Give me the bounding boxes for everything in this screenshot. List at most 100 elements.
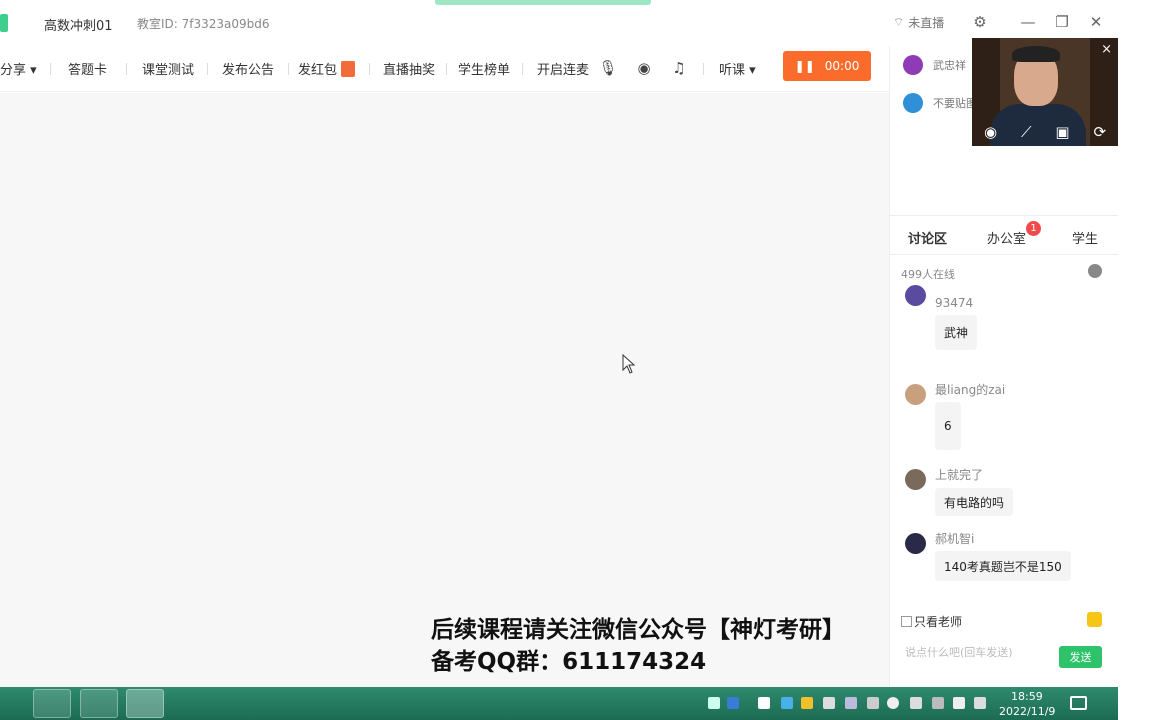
help-icon[interactable] (727, 697, 739, 709)
mouse-cursor-icon (622, 354, 636, 374)
red-packet-button[interactable]: 发红包 (298, 59, 356, 78)
tray-icon[interactable] (781, 697, 793, 709)
room-id: 教室ID: 7f3323a09bd6 (137, 17, 270, 31)
tab-office[interactable]: 办公室 (987, 228, 1026, 247)
leaderboard-button[interactable]: 学生榜单 (458, 59, 510, 78)
message-bubble: 6 (935, 402, 961, 450)
message-avatar (905, 285, 926, 306)
only-teacher-checkbox[interactable]: 只看老师 (901, 613, 962, 630)
video-close-icon[interactable]: × (1101, 42, 1112, 57)
toolbar-divider (126, 63, 127, 75)
tray-icon[interactable] (887, 697, 899, 709)
live-status: ⌔ 未直播 (893, 14, 944, 31)
member-name: 武忠祥 (933, 59, 966, 72)
speaker-icon[interactable] (823, 697, 835, 709)
video-controls: ◉ ⟋ ▣ ⟳ (972, 118, 1118, 146)
notification-icon[interactable] (1070, 696, 1087, 710)
class-test-button[interactable]: 课堂测试 (142, 59, 194, 78)
record-button[interactable]: ❚❚ 00:00 (783, 51, 871, 81)
toolbar-divider (522, 63, 523, 75)
bluetooth-icon[interactable] (845, 697, 857, 709)
tab-students[interactable]: 学生 (1072, 228, 1098, 247)
battery-icon[interactable] (953, 697, 965, 709)
portrait-icon[interactable]: ▣ (1055, 123, 1069, 141)
message-user: 93474 (935, 296, 974, 310)
minimize-button[interactable]: — (1017, 11, 1039, 33)
clock-time[interactable]: 18:59 (1011, 690, 1043, 703)
message-avatar (905, 384, 926, 405)
promo-overlay: 后续课程请关注微信公众号【神灯考研】 备考QQ群：611174324 (431, 614, 845, 678)
toolbar-divider (50, 63, 51, 75)
restore-button[interactable]: ❐ (1051, 11, 1073, 33)
clock-date[interactable]: 2022/11/9 (999, 705, 1055, 718)
taskbar-explorer-icon[interactable] (33, 689, 71, 718)
red-packet-icon (341, 61, 356, 77)
panel-tabs: 讨论区 办公室 学生 (889, 215, 1118, 255)
announcement-button[interactable]: 发布公告 (222, 59, 274, 78)
taskbar (0, 687, 1118, 720)
shield-icon[interactable] (801, 697, 813, 709)
video-person (1012, 46, 1060, 62)
chat-input[interactable]: 说点什么吧(回车发送) (905, 644, 1050, 660)
taskbar-powerpoint-icon[interactable] (80, 689, 118, 718)
network-icon[interactable] (974, 697, 986, 709)
message-user: 最liang的zai (935, 383, 1006, 397)
mic-link-button[interactable]: 开启连麦 (537, 59, 589, 78)
checkbox-box[interactable] (901, 616, 912, 627)
top-accent-bar (435, 0, 651, 5)
member-avatar (903, 55, 923, 75)
settings-gear-icon[interactable]: ⚙ (969, 11, 991, 33)
taskbar-live-app-icon[interactable] (126, 689, 164, 718)
promo-line-2: 备考QQ群：611174324 (431, 649, 707, 675)
eye-icon[interactable]: ◉ (984, 123, 997, 141)
toolbar-divider (369, 63, 370, 75)
office-badge: 1 (1026, 221, 1041, 236)
tray-icon[interactable] (932, 697, 944, 709)
rotate-icon[interactable]: ⟳ (1093, 123, 1106, 141)
message-bubble: 140考真题岂不是150 (935, 551, 1071, 581)
microphone-icon[interactable]: 🎙 (598, 58, 618, 78)
message-avatar (905, 533, 926, 554)
mic-off-icon[interactable]: ⟋ (1021, 123, 1032, 141)
member-item[interactable]: 不要贴图 (903, 93, 977, 113)
tray-icon[interactable] (708, 697, 720, 709)
answer-card-button[interactable]: 答题卡 (68, 59, 107, 78)
message-bubble: 武神 (935, 315, 978, 350)
pause-icon: ❚❚ (794, 59, 815, 73)
message-avatar (905, 469, 926, 490)
toolbar-divider (446, 63, 447, 75)
title-bar: 高数冲刺01 教室ID: 7f3323a09bd6 ⌔ 未直播 ⚙ — ❐ ✕ (0, 0, 1118, 46)
app-window: 高数冲刺01 教室ID: 7f3323a09bd6 ⌔ 未直播 ⚙ — ❐ ✕ … (0, 0, 1152, 720)
toolbar-divider (703, 63, 704, 75)
tab-discussion[interactable]: 讨论区 (908, 228, 947, 247)
audit-menu[interactable]: 听课 ▾ (719, 59, 756, 78)
send-button[interactable]: 发送 (1059, 646, 1102, 668)
message-bubble: 有电路的吗 (935, 488, 1014, 516)
music-icon[interactable]: ♫ (669, 58, 689, 78)
member-avatar (903, 93, 923, 113)
only-teacher-label: 只看老师 (914, 615, 963, 629)
signal-icon: ⌔ (893, 15, 905, 29)
record-time: 00:00 (824, 59, 860, 73)
app-logo-icon (0, 14, 8, 32)
emoji-icon[interactable] (1087, 612, 1102, 627)
chat-settings-icon[interactable] (1088, 264, 1102, 278)
share-menu[interactable]: 分享 ▾ (0, 59, 37, 78)
camera-icon[interactable]: ◉ (634, 58, 654, 78)
desktop-background (1118, 0, 1152, 720)
tray-icon[interactable] (758, 697, 770, 709)
display-icon[interactable] (910, 697, 922, 709)
tray-icon[interactable] (867, 697, 879, 709)
teacher-video[interactable]: × ◉ ⟋ ▣ ⟳ (972, 38, 1118, 146)
whiteboard-canvas[interactable] (0, 93, 889, 687)
course-name: 高数冲刺01 (44, 19, 113, 34)
message-user: 郝机智i (935, 532, 975, 546)
toolbar: 分享 ▾ 答题卡 课堂测试 发布公告 发红包 直播抽奖 学生榜单 开启连麦 🎙 … (0, 46, 890, 92)
live-status-label: 未直播 (908, 16, 945, 30)
toolbar-divider (288, 63, 289, 75)
lottery-button[interactable]: 直播抽奖 (383, 59, 435, 78)
online-count: 499人在线 (901, 268, 955, 281)
close-button[interactable]: ✕ (1085, 11, 1107, 33)
promo-line-1: 后续课程请关注微信公众号【神灯考研】 (431, 617, 845, 643)
member-item[interactable]: 武忠祥 (903, 55, 966, 75)
